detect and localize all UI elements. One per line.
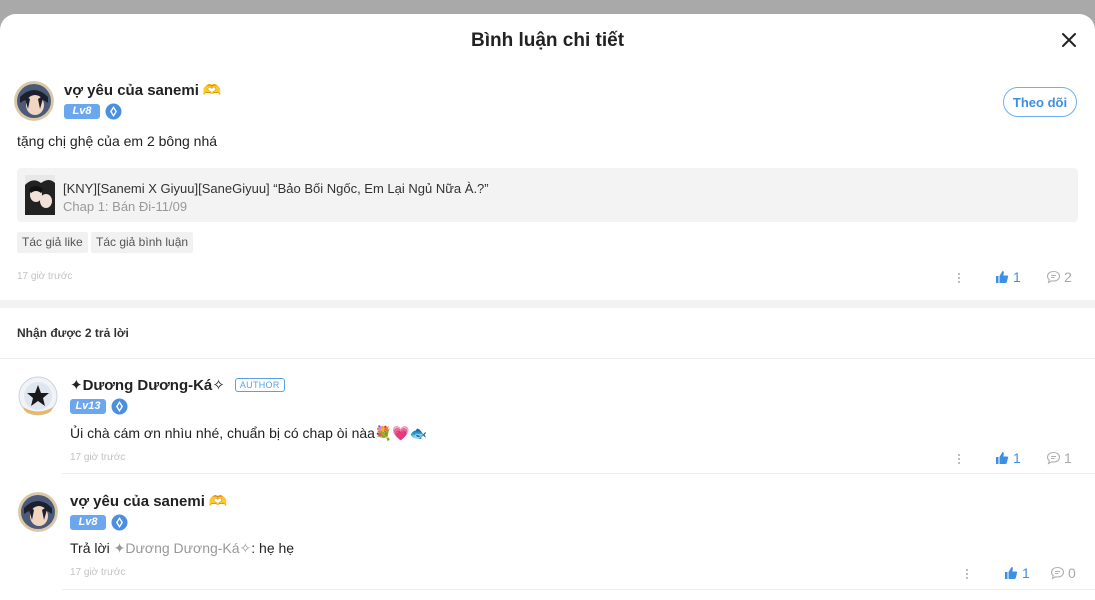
- reply-time: 17 giờ trước: [70, 452, 126, 463]
- reply-count: 0: [1068, 565, 1076, 581]
- sheet-header: Bình luận chi tiết: [0, 14, 1095, 68]
- like-count: 1: [1013, 450, 1021, 466]
- divider: [62, 473, 1095, 474]
- reply-to-user[interactable]: ✦Dương Dương-Ká✧: [114, 540, 252, 556]
- thumbs-up-icon: [996, 452, 1009, 464]
- story-title: [KNY][Sanemi X Giyuu][SaneGiyuu] “Bảo Bố…: [63, 181, 489, 196]
- reply-prefix: Trả lời: [70, 540, 114, 556]
- more-vertical-icon[interactable]: [957, 272, 961, 284]
- level-gem-icon: [111, 514, 128, 531]
- tag-author-comment: Tác giả bình luận: [91, 232, 194, 253]
- like-count: 1: [1013, 269, 1021, 285]
- speech-bubble-icon: [1046, 451, 1061, 465]
- divider: [62, 589, 1095, 590]
- reply-count-button[interactable]: 0: [1050, 565, 1076, 581]
- reply-count: 1: [1064, 450, 1072, 466]
- story-card[interactable]: [KNY][Sanemi X Giyuu][SaneGiyuu] “Bảo Bố…: [17, 168, 1078, 222]
- level-row: Lv8: [64, 103, 122, 120]
- reply-username[interactable]: ✦Dương Dương-Ká✧ AUTHOR: [70, 376, 285, 394]
- reply-time: 17 giờ trước: [70, 567, 126, 578]
- page-title: Bình luận chi tiết: [470, 30, 625, 51]
- hand-emoji: 🫶: [202, 82, 222, 99]
- level-gem-icon: [111, 398, 128, 415]
- comment-time: 17 giờ trước: [17, 271, 73, 282]
- level-badge: Lv8: [70, 515, 106, 530]
- tag-author-like: Tác giả like: [17, 232, 88, 253]
- follow-button[interactable]: Theo dõi: [1003, 87, 1077, 117]
- reply-text: Ủi chà cám ơn nhìu nhé, chuẩn bị có chap…: [70, 425, 428, 441]
- reply-text: Trả lời ✦Dương Dương-Ká✧: hẹ hẹ: [70, 540, 294, 557]
- like-count: 1: [1022, 565, 1030, 581]
- story-thumbnail: [25, 175, 55, 215]
- avatar[interactable]: [18, 492, 58, 532]
- reply-username[interactable]: vợ yêu của sanemi 🫶: [70, 492, 228, 511]
- username-text: vợ yêu của sanemi: [70, 492, 205, 510]
- level-badge: Lv8: [64, 104, 100, 119]
- like-button[interactable]: 1: [995, 450, 1021, 466]
- reply-count-button[interactable]: 2: [1046, 269, 1072, 285]
- reply-count: 2: [1064, 269, 1072, 285]
- level-badge: Lv13: [70, 399, 106, 414]
- section-divider: [0, 300, 1095, 308]
- close-icon[interactable]: [1061, 32, 1077, 48]
- thumbs-up-icon: [1005, 567, 1018, 579]
- comment-username[interactable]: vợ yêu của sanemi 🫶: [64, 81, 222, 100]
- hand-emoji: 🫶: [208, 493, 228, 510]
- username-text: ✦Dương Dương-Ká✧: [70, 377, 225, 394]
- thumbs-up-icon: [996, 271, 1009, 283]
- reply-body: : hẹ hẹ: [251, 540, 295, 556]
- username-text: vợ yêu của sanemi: [64, 81, 199, 99]
- like-button[interactable]: 1: [1004, 565, 1030, 581]
- more-vertical-icon[interactable]: [965, 568, 969, 580]
- avatar[interactable]: [14, 81, 54, 121]
- replies-section-label: Nhận được 2 trả lời: [17, 326, 129, 340]
- level-row: Lv13: [70, 398, 128, 415]
- more-vertical-icon[interactable]: [957, 453, 961, 465]
- level-gem-icon: [105, 103, 122, 120]
- speech-bubble-icon: [1050, 566, 1065, 580]
- speech-bubble-icon: [1046, 270, 1061, 284]
- like-button[interactable]: 1: [995, 269, 1021, 285]
- comment-text: tặng chị ghệ của em 2 bông nhá: [17, 133, 218, 149]
- author-badge: AUTHOR: [234, 378, 285, 392]
- avatar[interactable]: [18, 376, 58, 416]
- level-row: Lv8: [70, 514, 128, 531]
- reply-count-button[interactable]: 1: [1046, 450, 1072, 466]
- comment-detail-sheet: Bình luận chi tiết vợ yêu của sanemi 🫶 L…: [0, 14, 1095, 600]
- story-chapter: Chap 1: Bán Đi-11/09: [63, 199, 188, 214]
- divider: [0, 358, 1095, 359]
